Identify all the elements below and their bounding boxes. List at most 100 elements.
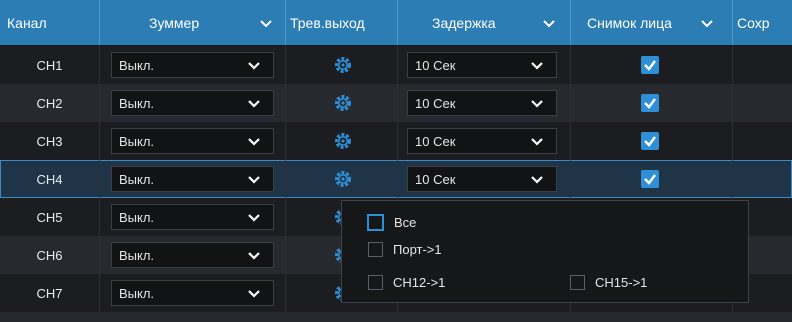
checkbox-all[interactable]: Все — [367, 214, 416, 231]
checkbox-ch12[interactable]: CH12->1 — [368, 275, 445, 290]
table-row[interactable]: CH3 Выкл. 10 Сек — [0, 122, 792, 160]
buzzer-select[interactable]: Выкл. — [111, 128, 274, 154]
face-snapshot-checkbox[interactable] — [641, 56, 659, 74]
delay-select[interactable]: 10 Сек — [407, 166, 557, 192]
channel-name: CH6 — [0, 236, 100, 274]
header-face-snapshot[interactable]: Снимок лица — [571, 0, 733, 45]
channel-name: CH7 — [0, 274, 100, 312]
alarm-out-cell — [286, 122, 398, 160]
face-snapshot-checkbox[interactable] — [641, 94, 659, 112]
alarm-settings-table: Канал Зуммер Трев.выход Задержка Снимок … — [0, 0, 792, 322]
buzzer-cell: Выкл. — [100, 46, 286, 84]
chevron-down-icon — [247, 59, 261, 73]
gear-icon[interactable] — [333, 55, 353, 75]
checkbox-ch15-box[interactable] — [570, 275, 585, 290]
delay-select-value: 10 Сек — [415, 57, 456, 73]
buzzer-select[interactable]: Выкл. — [111, 90, 274, 116]
delay-select-value: 10 Сек — [415, 95, 456, 111]
checkbox-port-label: Порт->1 — [393, 242, 442, 257]
delay-cell: 10 Сек — [398, 84, 571, 122]
buzzer-cell: Выкл. — [100, 84, 286, 122]
delay-select[interactable]: 10 Сек — [407, 128, 557, 154]
chevron-down-icon[interactable] — [699, 15, 715, 31]
delay-select[interactable]: 10 Сек — [407, 52, 557, 78]
channel-name: CH5 — [0, 198, 100, 236]
buzzer-select[interactable]: Выкл. — [111, 166, 274, 192]
chevron-down-icon[interactable] — [258, 15, 274, 31]
face-snapshot-cell — [571, 84, 733, 122]
buzzer-select[interactable]: Выкл. — [111, 52, 274, 78]
buzzer-select[interactable]: Выкл. — [111, 280, 274, 306]
header-channel-label: Канал — [7, 14, 47, 31]
buzzer-cell: Выкл. — [100, 274, 286, 312]
chevron-down-icon — [530, 135, 544, 149]
delay-cell: 10 Сек — [398, 122, 571, 160]
save-cell — [733, 84, 792, 122]
header-alarm-out: Трев.выход — [286, 0, 398, 45]
chevron-down-icon — [247, 135, 261, 149]
face-snapshot-cell — [571, 160, 733, 198]
channel-name: CH3 — [0, 122, 100, 160]
gear-icon[interactable] — [333, 131, 353, 151]
face-snapshot-checkbox[interactable] — [641, 170, 659, 188]
chevron-down-icon — [247, 287, 261, 301]
checkbox-port[interactable]: Порт->1 — [368, 242, 442, 257]
buzzer-select-value: Выкл. — [119, 247, 155, 263]
table-row-partial — [0, 312, 792, 322]
delay-cell: 10 Сек — [398, 160, 571, 198]
header-face-snapshot-label: Снимок лица — [587, 14, 672, 31]
table-row[interactable]: CH1 Выкл. 10 Сек — [0, 46, 792, 84]
checkbox-all-box[interactable] — [367, 214, 384, 231]
channel-name: CH4 — [0, 160, 100, 198]
face-snapshot-cell — [571, 122, 733, 160]
save-cell — [733, 122, 792, 160]
delay-select-value: 10 Сек — [415, 133, 456, 149]
buzzer-cell: Выкл. — [100, 198, 286, 236]
chevron-down-icon — [247, 173, 261, 187]
checkbox-ch15-label: CH15->1 — [595, 275, 648, 290]
header-channel: Канал — [0, 0, 100, 45]
buzzer-select-value: Выкл. — [119, 133, 155, 149]
header-delay[interactable]: Задержка — [398, 0, 571, 45]
table-row[interactable]: CH2 Выкл. 10 Сек — [0, 84, 792, 122]
face-snapshot-cell — [571, 46, 733, 84]
buzzer-select[interactable]: Выкл. — [111, 242, 274, 268]
table-row-selected[interactable]: CH4 Выкл. 10 Сек — [0, 160, 792, 198]
chevron-down-icon — [247, 211, 261, 225]
header-buzzer[interactable]: Зуммер — [100, 0, 286, 45]
chevron-down-icon — [247, 97, 261, 111]
delay-select[interactable]: 10 Сек — [407, 90, 557, 116]
gear-icon[interactable] — [333, 93, 353, 113]
alarm-out-cell — [286, 160, 398, 198]
buzzer-select-value: Выкл. — [119, 57, 155, 73]
buzzer-select[interactable]: Выкл. — [111, 204, 274, 230]
alarm-out-cell — [286, 46, 398, 84]
chevron-down-icon — [530, 173, 544, 187]
header-delay-label: Задержка — [432, 14, 496, 31]
chevron-down-icon — [247, 249, 261, 263]
face-snapshot-checkbox[interactable] — [641, 132, 659, 150]
buzzer-select-value: Выкл. — [119, 95, 155, 111]
buzzer-select-value: Выкл. — [119, 209, 155, 225]
channel-name: CH1 — [0, 46, 100, 84]
gear-icon[interactable] — [333, 169, 353, 189]
header-save: Сохр — [733, 0, 792, 45]
table-header: Канал Зуммер Трев.выход Задержка Снимок … — [0, 0, 792, 45]
buzzer-cell: Выкл. — [100, 160, 286, 198]
channel-name: CH2 — [0, 84, 100, 122]
header-alarm-out-label: Трев.выход — [290, 14, 365, 31]
save-cell — [733, 160, 792, 198]
chevron-down-icon — [530, 59, 544, 73]
buzzer-select-value: Выкл. — [119, 285, 155, 301]
checkbox-port-box[interactable] — [368, 242, 383, 257]
chevron-down-icon[interactable] — [541, 15, 557, 31]
delay-cell: 10 Сек — [398, 46, 571, 84]
checkbox-ch12-label: CH12->1 — [393, 275, 446, 290]
checkbox-ch15[interactable]: CH15->1 — [570, 275, 647, 290]
buzzer-select-value: Выкл. — [119, 171, 155, 187]
save-cell — [733, 46, 792, 84]
alarm-out-popup: Все Порт->1 CH12->1 CH15->1 — [341, 200, 749, 303]
header-buzzer-label: Зуммер — [149, 14, 200, 31]
chevron-down-icon — [530, 97, 544, 111]
checkbox-ch12-box[interactable] — [368, 275, 383, 290]
